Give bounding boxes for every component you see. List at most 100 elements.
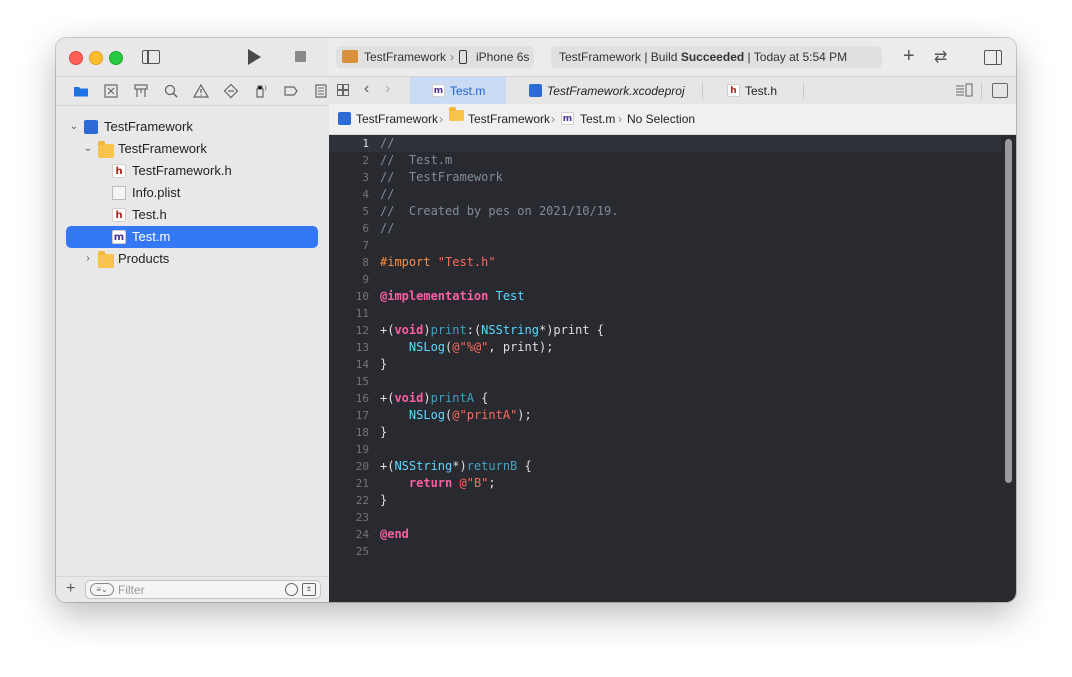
- tab-test-m[interactable]: m Test.m: [410, 77, 506, 105]
- line-number[interactable]: 23: [329, 509, 369, 526]
- code-line[interactable]: +(void)print:(NSString*)print {: [380, 322, 618, 339]
- code-line[interactable]: [380, 305, 618, 322]
- code-line[interactable]: @implementation Test: [380, 288, 618, 305]
- code-line[interactable]: //: [380, 220, 618, 237]
- line-number[interactable]: 25: [329, 543, 369, 560]
- jumpbar-symbol[interactable]: No Selection: [627, 104, 695, 134]
- line-number[interactable]: 19: [329, 441, 369, 458]
- code-line[interactable]: return @"B";: [380, 475, 618, 492]
- inspector-toggle-icon[interactable]: [984, 50, 1002, 65]
- add-file-button[interactable]: +: [66, 580, 75, 598]
- run-button[interactable]: [248, 49, 261, 65]
- code-line[interactable]: [380, 509, 618, 526]
- spray-icon[interactable]: [246, 81, 276, 101]
- tree-item-folder[interactable]: › Products: [56, 248, 329, 270]
- diamond-icon[interactable]: [216, 81, 246, 101]
- scheme-selector[interactable]: TestFramework › iPhone 6s: [336, 46, 534, 68]
- tree-item-folder[interactable]: ⌄ TestFramework: [56, 138, 329, 160]
- zoom-window-button[interactable]: [109, 51, 123, 65]
- minimize-window-button[interactable]: [89, 51, 103, 65]
- line-number[interactable]: 14: [329, 356, 369, 373]
- source-control-filter-icon[interactable]: ±: [302, 583, 316, 596]
- line-number[interactable]: 10: [329, 288, 369, 305]
- folder-icon[interactable]: [66, 81, 96, 101]
- line-number[interactable]: 15: [329, 373, 369, 390]
- line-number[interactable]: 2: [329, 152, 369, 169]
- jumpbar-project[interactable]: TestFramework: [356, 104, 438, 134]
- jumpbar-file[interactable]: Test.m: [580, 104, 615, 134]
- recent-files-icon[interactable]: [285, 583, 298, 596]
- line-number[interactable]: 16: [329, 390, 369, 407]
- code-line[interactable]: @end: [380, 526, 618, 543]
- line-number[interactable]: 22: [329, 492, 369, 509]
- line-number[interactable]: 8: [329, 254, 369, 271]
- code-line[interactable]: +(void)printA {: [380, 390, 618, 407]
- tree-item-file[interactable]: h Test.h: [56, 204, 329, 226]
- tree-item-file[interactable]: h TestFramework.h: [56, 160, 329, 182]
- line-number[interactable]: 3: [329, 169, 369, 186]
- forward-arrow-icon[interactable]: ›: [385, 80, 390, 98]
- code-line[interactable]: NSLog(@"%@", print);: [380, 339, 618, 356]
- chevron-down-icon[interactable]: ⌄: [83, 138, 93, 160]
- code-line[interactable]: [380, 543, 618, 560]
- line-number[interactable]: 9: [329, 271, 369, 288]
- code-line[interactable]: #import "Test.h": [380, 254, 618, 271]
- tree-item-file[interactable]: Info.plist: [56, 182, 329, 204]
- filter-input[interactable]: [118, 582, 268, 597]
- line-number[interactable]: 6: [329, 220, 369, 237]
- back-arrow-icon[interactable]: ‹: [364, 80, 369, 98]
- line-number[interactable]: 21: [329, 475, 369, 492]
- line-number[interactable]: 4: [329, 186, 369, 203]
- tree-item-project[interactable]: ⌄ TestFramework: [56, 116, 329, 138]
- line-number[interactable]: 17: [329, 407, 369, 424]
- filter-options-icon[interactable]: ≡⌄: [90, 583, 114, 596]
- line-number[interactable]: 18: [329, 424, 369, 441]
- code-line[interactable]: //: [380, 135, 618, 152]
- tree-item-file-selected[interactable]: m Test.m: [66, 226, 318, 248]
- code-line[interactable]: +(NSString*)returnB {: [380, 458, 618, 475]
- device-name[interactable]: iPhone 6s: [476, 46, 529, 68]
- related-items-icon[interactable]: [337, 84, 349, 96]
- code-line[interactable]: }: [380, 492, 618, 509]
- line-number[interactable]: 20: [329, 458, 369, 475]
- chevron-right-icon[interactable]: ›: [83, 248, 93, 270]
- code-line[interactable]: NSLog(@"printA");: [380, 407, 618, 424]
- code-line[interactable]: [380, 271, 618, 288]
- x-square-icon[interactable]: [96, 81, 126, 101]
- line-number[interactable]: 7: [329, 237, 369, 254]
- line-number[interactable]: 13: [329, 339, 369, 356]
- sidebar-toggle-icon[interactable]: [142, 50, 160, 64]
- filter-field[interactable]: ≡⌄ ±: [85, 580, 321, 599]
- close-window-button[interactable]: [69, 51, 83, 65]
- code-line[interactable]: // Created by pes on 2021/10/19.: [380, 203, 618, 220]
- line-number[interactable]: 12: [329, 322, 369, 339]
- search-icon[interactable]: [156, 81, 186, 101]
- code-line[interactable]: [380, 441, 618, 458]
- stop-button[interactable]: [295, 51, 306, 62]
- editor-options-icon[interactable]: [955, 83, 973, 97]
- line-number[interactable]: 11: [329, 305, 369, 322]
- hierarchy-icon[interactable]: [126, 81, 156, 101]
- code-line[interactable]: // Test.m: [380, 152, 618, 169]
- library-button[interactable]: +: [903, 45, 915, 68]
- code-line[interactable]: //: [380, 186, 618, 203]
- tab-xcodeproj[interactable]: TestFramework.xcodeproj: [506, 77, 702, 105]
- project-icon: [338, 112, 351, 125]
- split-editor-icon[interactable]: [992, 83, 1008, 98]
- code-line[interactable]: }: [380, 424, 618, 441]
- vertical-scrollbar[interactable]: [1005, 139, 1012, 483]
- code-line[interactable]: [380, 373, 618, 390]
- tab-test-h[interactable]: h Test.h: [703, 77, 803, 105]
- source-editor[interactable]: 1 2 3 4 5 6 7 8 9 10 11 12 13 14 15 16 17 18 19 20 21 22 23 24 2…: [329, 135, 1016, 602]
- code-line[interactable]: [380, 237, 618, 254]
- line-number[interactable]: 1: [329, 135, 369, 152]
- jumpbar-group[interactable]: TestFramework: [468, 104, 550, 134]
- warning-icon[interactable]: [186, 81, 216, 101]
- tag-icon[interactable]: [276, 81, 306, 101]
- chevron-down-icon[interactable]: ⌄: [69, 116, 79, 138]
- code-line[interactable]: }: [380, 356, 618, 373]
- code-line[interactable]: // TestFramework: [380, 169, 618, 186]
- line-number[interactable]: 24: [329, 526, 369, 543]
- code-review-icon[interactable]: ⇄: [934, 47, 947, 67]
- line-number[interactable]: 5: [329, 203, 369, 220]
